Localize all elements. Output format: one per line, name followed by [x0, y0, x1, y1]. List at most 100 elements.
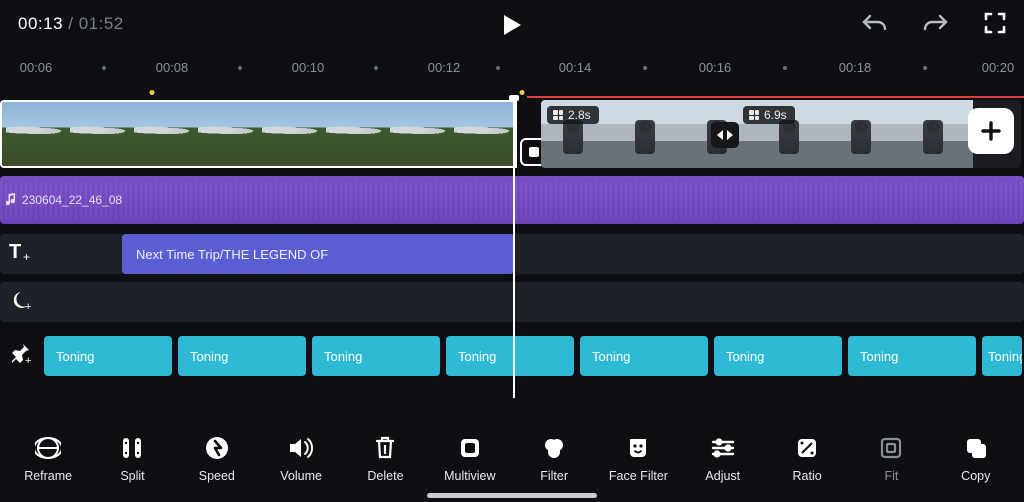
speed-icon: [202, 433, 232, 463]
add-effect-track-button[interactable]: +: [0, 282, 42, 322]
speed-button[interactable]: Speed: [180, 433, 254, 483]
ruler-dot-icon: [374, 66, 378, 70]
video-clip-selected[interactable]: [0, 100, 517, 168]
video-frame-thumb: [829, 100, 901, 168]
add-media-button[interactable]: [968, 108, 1014, 154]
text-clip[interactable]: Next Time Trip/THE LEGEND OF: [122, 234, 514, 274]
toning-chip-label: Toning: [458, 349, 496, 364]
bottom-toolbar: Reframe Split Speed Volume Delete Multiv…: [0, 424, 1024, 502]
volume-button[interactable]: Volume: [264, 433, 338, 483]
audio-clip-label: 230604_22_46_08: [6, 176, 122, 224]
total-duration: 01:52: [79, 14, 124, 33]
plus-icon: [980, 120, 1002, 142]
audio-track[interactable]: 230604_22_46_08: [0, 176, 1024, 224]
fit-button[interactable]: Fit: [854, 433, 928, 483]
multiview-icon: [455, 433, 485, 463]
toning-chip-label: Toning: [592, 349, 630, 364]
transition-icon: [716, 128, 734, 142]
svg-text:T: T: [9, 241, 21, 263]
ratio-icon: [792, 433, 822, 463]
toning-chip[interactable]: Toning: [178, 336, 306, 376]
adjust-button[interactable]: Adjust: [686, 433, 760, 483]
toning-chip[interactable]: Toning: [982, 336, 1022, 376]
text-track-lane[interactable]: T+ Next Time Trip/THE LEGEND OF: [0, 234, 1024, 274]
segment-duration: 2.8s: [568, 108, 591, 122]
adjust-icon: [708, 433, 738, 463]
toning-chips-row: Toning Toning Toning Toning Toning Tonin…: [44, 336, 1024, 376]
play-icon: [501, 13, 523, 42]
thumbnail-strip: [2, 102, 515, 166]
video-frame-thumb: [322, 102, 386, 166]
toning-chip[interactable]: Toning: [848, 336, 976, 376]
ruler-dot-icon: [238, 66, 242, 70]
svg-text:+: +: [25, 301, 31, 311]
trash-icon: [370, 433, 400, 463]
home-indicator: [427, 493, 597, 498]
ruler-dot-icon: [496, 66, 500, 70]
add-text-track-button[interactable]: T+: [0, 234, 42, 274]
toning-chip[interactable]: Toning: [44, 336, 172, 376]
split-icon: [117, 433, 147, 463]
effect-track-lane[interactable]: +: [0, 282, 1024, 322]
reframe-button[interactable]: Reframe: [11, 433, 85, 483]
video-clip-2[interactable]: 2.8s 6.9s: [541, 100, 1021, 168]
toning-chip-label: Toning: [190, 349, 228, 364]
video-frame-thumb: [514, 102, 517, 166]
audio-filename: 230604_22_46_08: [22, 193, 122, 207]
add-toning-track-button[interactable]: +: [0, 336, 42, 376]
delete-button[interactable]: Delete: [348, 433, 422, 483]
video-frame-thumb: [194, 102, 258, 166]
tool-label: Speed: [199, 469, 235, 483]
video-frame-thumb: [450, 102, 514, 166]
video-frame-thumb: [66, 102, 130, 166]
play-button[interactable]: [497, 12, 527, 42]
ruler-tick: 00:18: [839, 60, 872, 75]
multiview-button[interactable]: Multiview: [433, 433, 507, 483]
toning-track-lane[interactable]: + Toning Toning Toning Toning Toning Ton…: [0, 336, 1024, 376]
video-track[interactable]: 2.8s 6.9s: [0, 100, 1024, 168]
fullscreen-icon: [983, 11, 1007, 40]
toning-chip-label: Toning: [726, 349, 764, 364]
toning-chip-label: Toning: [56, 349, 94, 364]
toning-chip[interactable]: Toning: [446, 336, 574, 376]
segment-duration-badge[interactable]: 2.8s: [547, 106, 599, 124]
toning-chip[interactable]: Toning: [714, 336, 842, 376]
face-filter-button[interactable]: Face Filter: [601, 433, 675, 483]
toning-chip-label: Toning: [860, 349, 898, 364]
marker-dot-icon: [150, 90, 155, 95]
undo-button[interactable]: [860, 10, 890, 40]
audio-clip[interactable]: 230604_22_46_08: [0, 176, 1024, 224]
transition-badge[interactable]: [711, 122, 739, 148]
volume-icon: [286, 433, 316, 463]
copy-icon: [961, 433, 991, 463]
ruler-tick: 00:06: [20, 60, 53, 75]
segment-duration: 6.9s: [764, 108, 787, 122]
tool-label: Adjust: [705, 469, 740, 483]
filter-button[interactable]: Filter: [517, 433, 591, 483]
toning-chip[interactable]: Toning: [580, 336, 708, 376]
segment-duration-badge[interactable]: 6.9s: [743, 106, 795, 124]
ruler-dot-icon: [783, 66, 787, 70]
grid-icon: [749, 110, 759, 120]
pin-plus-icon: +: [9, 342, 33, 371]
time-separator: /: [63, 14, 79, 33]
waveform-icon: [0, 182, 1024, 218]
split-button[interactable]: Split: [95, 433, 169, 483]
ruler-tick: 00:10: [292, 60, 325, 75]
timeline-ruler[interactable]: 00:06 00:08 00:10 00:12 00:14 00:16 00:1…: [0, 58, 1024, 86]
fullscreen-button[interactable]: [980, 10, 1010, 40]
video-frame-thumb: [901, 100, 973, 168]
copy-button[interactable]: Copy: [939, 433, 1013, 483]
ruler-tick: 00:20: [982, 60, 1015, 75]
tool-label: Face Filter: [609, 469, 668, 483]
ruler-tick: 00:14: [559, 60, 592, 75]
redo-button[interactable]: [920, 10, 950, 40]
text-clip-label: Next Time Trip/THE LEGEND OF: [136, 247, 328, 262]
stop-icon: [529, 147, 539, 157]
toning-chip[interactable]: Toning: [312, 336, 440, 376]
ruler-dot-icon: [643, 66, 647, 70]
video-frame-thumb: [2, 102, 66, 166]
face-filter-icon: [623, 433, 653, 463]
ratio-button[interactable]: Ratio: [770, 433, 844, 483]
video-frame-thumb: [258, 102, 322, 166]
